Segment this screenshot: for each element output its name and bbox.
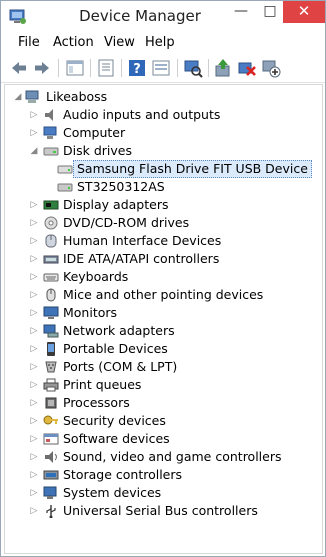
device-label: Samsung Flash Drive FIT USB Device: [73, 160, 312, 178]
category-label: IDE ATA/ATAPI controllers: [63, 251, 220, 266]
expand-arrow-icon[interactable]: ▷: [29, 232, 39, 250]
close-button[interactable]: ✕: [283, 1, 325, 23]
computer-icon: [43, 126, 57, 139]
uninstall-icon[interactable]: [237, 58, 257, 78]
expand-arrow-icon[interactable]: ▷: [29, 214, 39, 232]
monitor-icon: [43, 306, 59, 319]
display-adapter-icon: [43, 200, 59, 210]
expand-arrow-icon[interactable]: ▷: [29, 322, 39, 340]
category-label: System devices: [63, 485, 162, 500]
category-label: Software devices: [63, 431, 170, 446]
portable-device-icon: [47, 342, 55, 356]
collapse-arrow-icon[interactable]: ◢: [29, 142, 39, 160]
expand-arrow-icon[interactable]: ▷: [29, 430, 39, 448]
port-icon: [45, 361, 57, 373]
expand-arrow-icon[interactable]: ▷: [29, 394, 39, 412]
forward-arrow-icon[interactable]: [32, 58, 52, 78]
category-label: Display adapters: [63, 197, 169, 212]
storage-controller-icon: [43, 470, 59, 480]
ide-controller-icon: [43, 255, 59, 264]
security-key-icon: [43, 415, 58, 425]
category-label: Keyboards: [63, 269, 129, 284]
device-manager-window: Device Manager — □ ✕ File Action View He…: [0, 0, 326, 557]
usb-controller-icon: [46, 505, 56, 518]
device-label: ST3250312AS: [77, 179, 165, 194]
show-hide-console-tree-icon[interactable]: [65, 58, 85, 78]
category-label: Audio inputs and outputs: [63, 107, 221, 122]
expand-arrow-icon[interactable]: ▷: [29, 412, 39, 430]
category-label: Mice and other pointing devices: [63, 287, 264, 302]
software-device-icon: [43, 433, 59, 445]
sound-icon: [45, 451, 57, 463]
menu-action[interactable]: Action: [53, 35, 94, 50]
add-legacy-hardware-icon[interactable]: [261, 58, 281, 78]
expand-arrow-icon[interactable]: ▷: [29, 250, 39, 268]
category-label: Portable Devices: [63, 341, 168, 356]
expand-arrow-icon[interactable]: ▷: [29, 484, 39, 502]
expand-arrow-icon[interactable]: ▷: [29, 340, 39, 358]
scan-hardware-icon[interactable]: [183, 58, 203, 78]
title-bar[interactable]: Device Manager — □ ✕: [1, 1, 325, 32]
svg-text:?: ?: [133, 62, 141, 77]
speaker-icon: [45, 109, 53, 121]
toolbar-separator: [58, 59, 59, 77]
collapse-arrow-icon[interactable]: ◢: [13, 88, 23, 106]
keyboard-icon: [43, 273, 59, 282]
update-driver-icon[interactable]: [213, 58, 233, 78]
expand-arrow-icon[interactable]: ▷: [29, 106, 39, 124]
category-label: Monitors: [63, 305, 118, 320]
expand-arrow-icon[interactable]: ▷: [29, 466, 39, 484]
category-label: DVD/CD-ROM drives: [63, 215, 190, 230]
category-label: Human Interface Devices: [63, 233, 222, 248]
system-device-icon: [43, 486, 57, 499]
hid-icon: [45, 234, 57, 248]
disk-drive-icon: [43, 147, 59, 156]
toolbar-separator: [177, 59, 178, 77]
computer-icon: [25, 90, 39, 103]
view-icon[interactable]: [151, 58, 171, 78]
expand-arrow-icon[interactable]: ▷: [29, 196, 39, 214]
menu-help[interactable]: Help: [145, 35, 175, 50]
category-label: Computer: [63, 125, 126, 140]
expand-arrow-icon[interactable]: ▷: [29, 448, 39, 466]
menu-view[interactable]: View: [104, 35, 135, 50]
expand-arrow-icon[interactable]: ▷: [29, 358, 39, 376]
mouse-icon: [46, 288, 56, 302]
toolbar-separator: [90, 59, 91, 77]
usb-drive-icon: [57, 165, 73, 174]
category-label: Storage controllers: [63, 467, 183, 482]
category-label: Sound, video and game controllers: [63, 449, 282, 464]
menu-bar: File Action View Help: [1, 32, 325, 54]
category-label: Processors: [63, 395, 130, 410]
back-arrow-icon[interactable]: [9, 58, 29, 78]
printer-icon: [43, 378, 59, 392]
toolbar-separator: [121, 59, 122, 77]
expand-arrow-icon[interactable]: ▷: [29, 502, 39, 520]
toolbar-separator: [208, 59, 209, 77]
processor-icon: [45, 397, 57, 409]
category-label: Network adapters: [63, 323, 175, 338]
category-label: Disk drives: [63, 143, 132, 158]
expand-arrow-icon[interactable]: ▷: [29, 304, 39, 322]
expand-arrow-icon[interactable]: ▷: [29, 376, 39, 394]
hard-disk-icon: [57, 183, 73, 192]
toolbar: ?: [1, 54, 325, 83]
category-label: Print queues: [63, 377, 142, 392]
expand-arrow-icon[interactable]: ▷: [29, 124, 39, 142]
minimize-button[interactable]: —: [227, 1, 255, 23]
device-tree: ◢ Likeaboss ▷ Audio inputs and outputs ▷ Co…: [4, 84, 323, 554]
properties-icon[interactable]: [96, 58, 116, 78]
maximize-button[interactable]: □: [257, 1, 283, 23]
category-label: Security devices: [63, 413, 166, 428]
dvd-drive-icon: [44, 216, 58, 230]
tree-root-label: Likeaboss: [46, 89, 108, 104]
expand-arrow-icon[interactable]: ▷: [29, 286, 39, 304]
network-adapter-icon: [43, 324, 59, 338]
menu-file[interactable]: File: [18, 35, 40, 50]
category-label: Ports (COM & LPT): [63, 359, 178, 374]
expand-arrow-icon[interactable]: ▷: [29, 268, 39, 286]
category-label: Universal Serial Bus controllers: [63, 503, 258, 518]
help-icon[interactable]: ?: [127, 58, 147, 78]
